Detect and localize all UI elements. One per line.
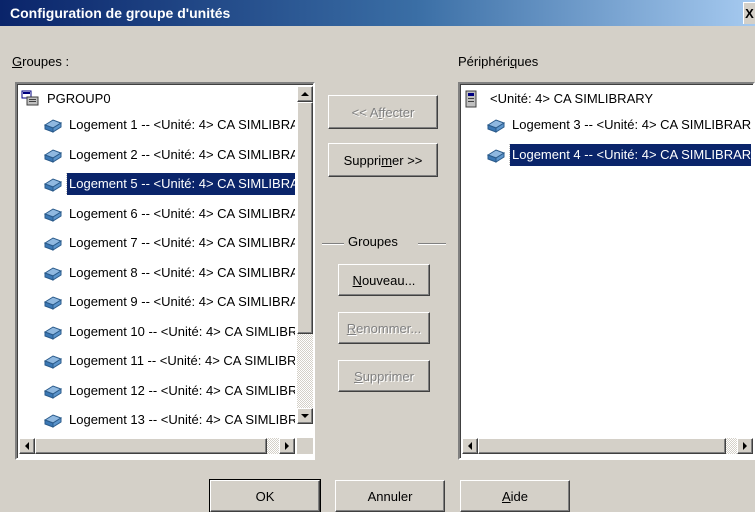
scroll-down-button[interactable] xyxy=(297,408,313,424)
arrow-left-icon xyxy=(468,442,472,450)
device-root-item[interactable]: <Unité: 4> CA SIMLIBRARY xyxy=(464,88,751,110)
slot-icon xyxy=(43,383,65,401)
slot-icon xyxy=(486,147,508,165)
tree-item-label: Logement 4 -- <Unité: 4> CA SIMLIBRARY xyxy=(509,143,751,166)
groups-vertical-scrollbar[interactable] xyxy=(297,86,313,424)
tree-item-label: Logement 12 -- <Unité: 4> CA SIMLIBRARY xyxy=(69,382,295,398)
slot-icon xyxy=(43,324,65,342)
device-slot-item[interactable]: Logement 3 -- <Unité: 4> CA SIMLIBRARY xyxy=(486,114,751,136)
group-slot-item[interactable]: Logement 13 -- <Unité: 4> CA SIMLIBRARY xyxy=(43,409,295,431)
rename-group-button[interactable]: Renommer... xyxy=(338,312,430,344)
slot-icon xyxy=(43,235,65,253)
tree-item-label: Logement 10 -- <Unité: 4> CA SIMLIBRARY xyxy=(69,323,295,339)
devices-tree[interactable]: <Unité: 4> CA SIMLIBRARY Logement 3 -- <U… xyxy=(458,82,755,460)
group-slot-item[interactable]: Logement 8 -- <Unité: 4> CA SIMLIBRARY xyxy=(43,262,295,284)
slot-icon xyxy=(43,206,65,224)
group-slot-item[interactable]: Logement 9 -- <Unité: 4> CA SIMLIBRARY xyxy=(43,291,295,313)
slot-icon xyxy=(43,412,65,430)
tree-item-label: Logement 3 -- <Unité: 4> CA SIMLIBRARY xyxy=(512,117,751,132)
title-bar: Configuration de groupe d'unités xyxy=(0,0,755,26)
tree-item-label: Logement 9 -- <Unité: 4> CA SIMLIBRARY xyxy=(69,294,295,309)
tree-root-label: PGROUP0 xyxy=(47,91,111,106)
scroll-up-button[interactable] xyxy=(297,86,313,102)
scroll-corner xyxy=(297,438,313,454)
group-root-item[interactable]: PGROUP0 xyxy=(21,88,295,110)
group-slot-item[interactable]: Logement 7 -- <Unité: 4> CA SIMLIBRARY xyxy=(43,232,295,254)
arrow-right-icon xyxy=(285,442,289,450)
tree-item-label: Logement 7 -- <Unité: 4> CA SIMLIBRARY xyxy=(69,235,295,250)
slot-icon xyxy=(486,117,508,135)
slot-icon xyxy=(43,294,65,312)
help-button[interactable]: Aide xyxy=(460,480,570,512)
arrow-right-icon xyxy=(743,442,747,450)
arrow-down-icon xyxy=(301,414,309,418)
groups-divider-right xyxy=(418,243,446,245)
groups-scroll-thumb[interactable] xyxy=(297,102,313,334)
group-slot-item[interactable]: Logement 2 -- <Unité: 4> CA SIMLIBRARY xyxy=(43,144,295,166)
devices-hscroll-thumb[interactable] xyxy=(478,438,726,454)
tree-item-label: Logement 13 -- <Unité: 4> CA SIMLIBRARY xyxy=(69,412,295,427)
window-title: Configuration de groupe d'unités xyxy=(10,5,231,21)
tree-root-label: <Unité: 4> CA SIMLIBRARY xyxy=(490,91,654,106)
group-slot-item[interactable]: Logement 10 -- <Unité: 4> CA SIMLIBRARY xyxy=(43,321,295,343)
scroll-right-button[interactable] xyxy=(279,438,295,454)
slot-icon xyxy=(43,265,65,283)
device-slot-item[interactable]: Logement 4 -- <Unité: 4> CA SIMLIBRARY xyxy=(486,143,751,166)
tree-item-label: Logement 2 -- <Unité: 4> CA SIMLIBRARY xyxy=(69,146,295,162)
new-group-button[interactable]: Nouveau... xyxy=(338,264,430,296)
groups-divider-left xyxy=(322,243,344,245)
slot-icon xyxy=(43,147,65,165)
arrow-left-icon xyxy=(25,442,29,450)
scroll-left-button[interactable] xyxy=(462,438,478,454)
groups-tree[interactable]: PGROUP0 Logement 1 -- <Unité: 4> CA SIMLI… xyxy=(15,82,315,460)
remove-button[interactable]: Supprimer >> xyxy=(328,143,438,177)
groups-hscroll-thumb[interactable] xyxy=(35,438,267,454)
slot-icon xyxy=(43,176,65,194)
devices-horizontal-scrollbar[interactable] xyxy=(462,438,753,454)
tree-item-label: Logement 5 -- <Unité: 4> CA SIMLIBRARY xyxy=(66,173,295,195)
tree-item-label: Logement 8 -- <Unité: 4> CA SIMLIBRARY xyxy=(69,264,295,280)
group-slot-item[interactable]: Logement 12 -- <Unité: 4> CA SIMLIBRARY xyxy=(43,380,295,402)
group-slot-item[interactable]: Logement 11 -- <Unité: 4> CA SIMLIBRARY xyxy=(43,350,295,372)
arrow-up-icon xyxy=(301,92,309,96)
tree-item-label: Logement 11 -- <Unité: 4> CA SIMLIBRARY xyxy=(69,353,295,368)
delete-group-button[interactable]: Supprimer xyxy=(338,360,430,392)
slot-icon xyxy=(43,117,65,135)
assign-button[interactable]: << Affecter xyxy=(328,95,438,129)
tree-item-label: Logement 6 -- <Unité: 4> CA SIMLIBRARY xyxy=(69,205,295,221)
group-slot-item[interactable]: Logement 6 -- <Unité: 4> CA SIMLIBRARY xyxy=(43,203,295,225)
close-button[interactable]: X xyxy=(743,2,755,24)
slot-icon xyxy=(43,353,65,371)
group-slot-item[interactable]: Logement 1 -- <Unité: 4> CA SIMLIBRARY xyxy=(43,114,295,136)
devices-label: Périphériques xyxy=(458,54,539,69)
scroll-right-button[interactable] xyxy=(737,438,753,454)
tree-item-label: Logement 1 -- <Unité: 4> CA SIMLIBRARY xyxy=(69,117,295,132)
library-icon xyxy=(464,90,486,108)
groups-section-title: Groupes xyxy=(348,234,398,249)
scroll-left-button[interactable] xyxy=(19,438,35,454)
group-folder-icon xyxy=(21,90,43,108)
group-slot-item[interactable]: Logement 5 -- <Unité: 4> CA SIMLIBRARY xyxy=(43,173,295,195)
ok-button[interactable]: OK xyxy=(209,479,321,512)
cancel-button[interactable]: Annuler xyxy=(335,480,445,512)
close-icon: X xyxy=(745,6,754,21)
groups-horizontal-scrollbar[interactable] xyxy=(19,438,295,454)
groups-label: Groupes : xyxy=(12,54,70,69)
